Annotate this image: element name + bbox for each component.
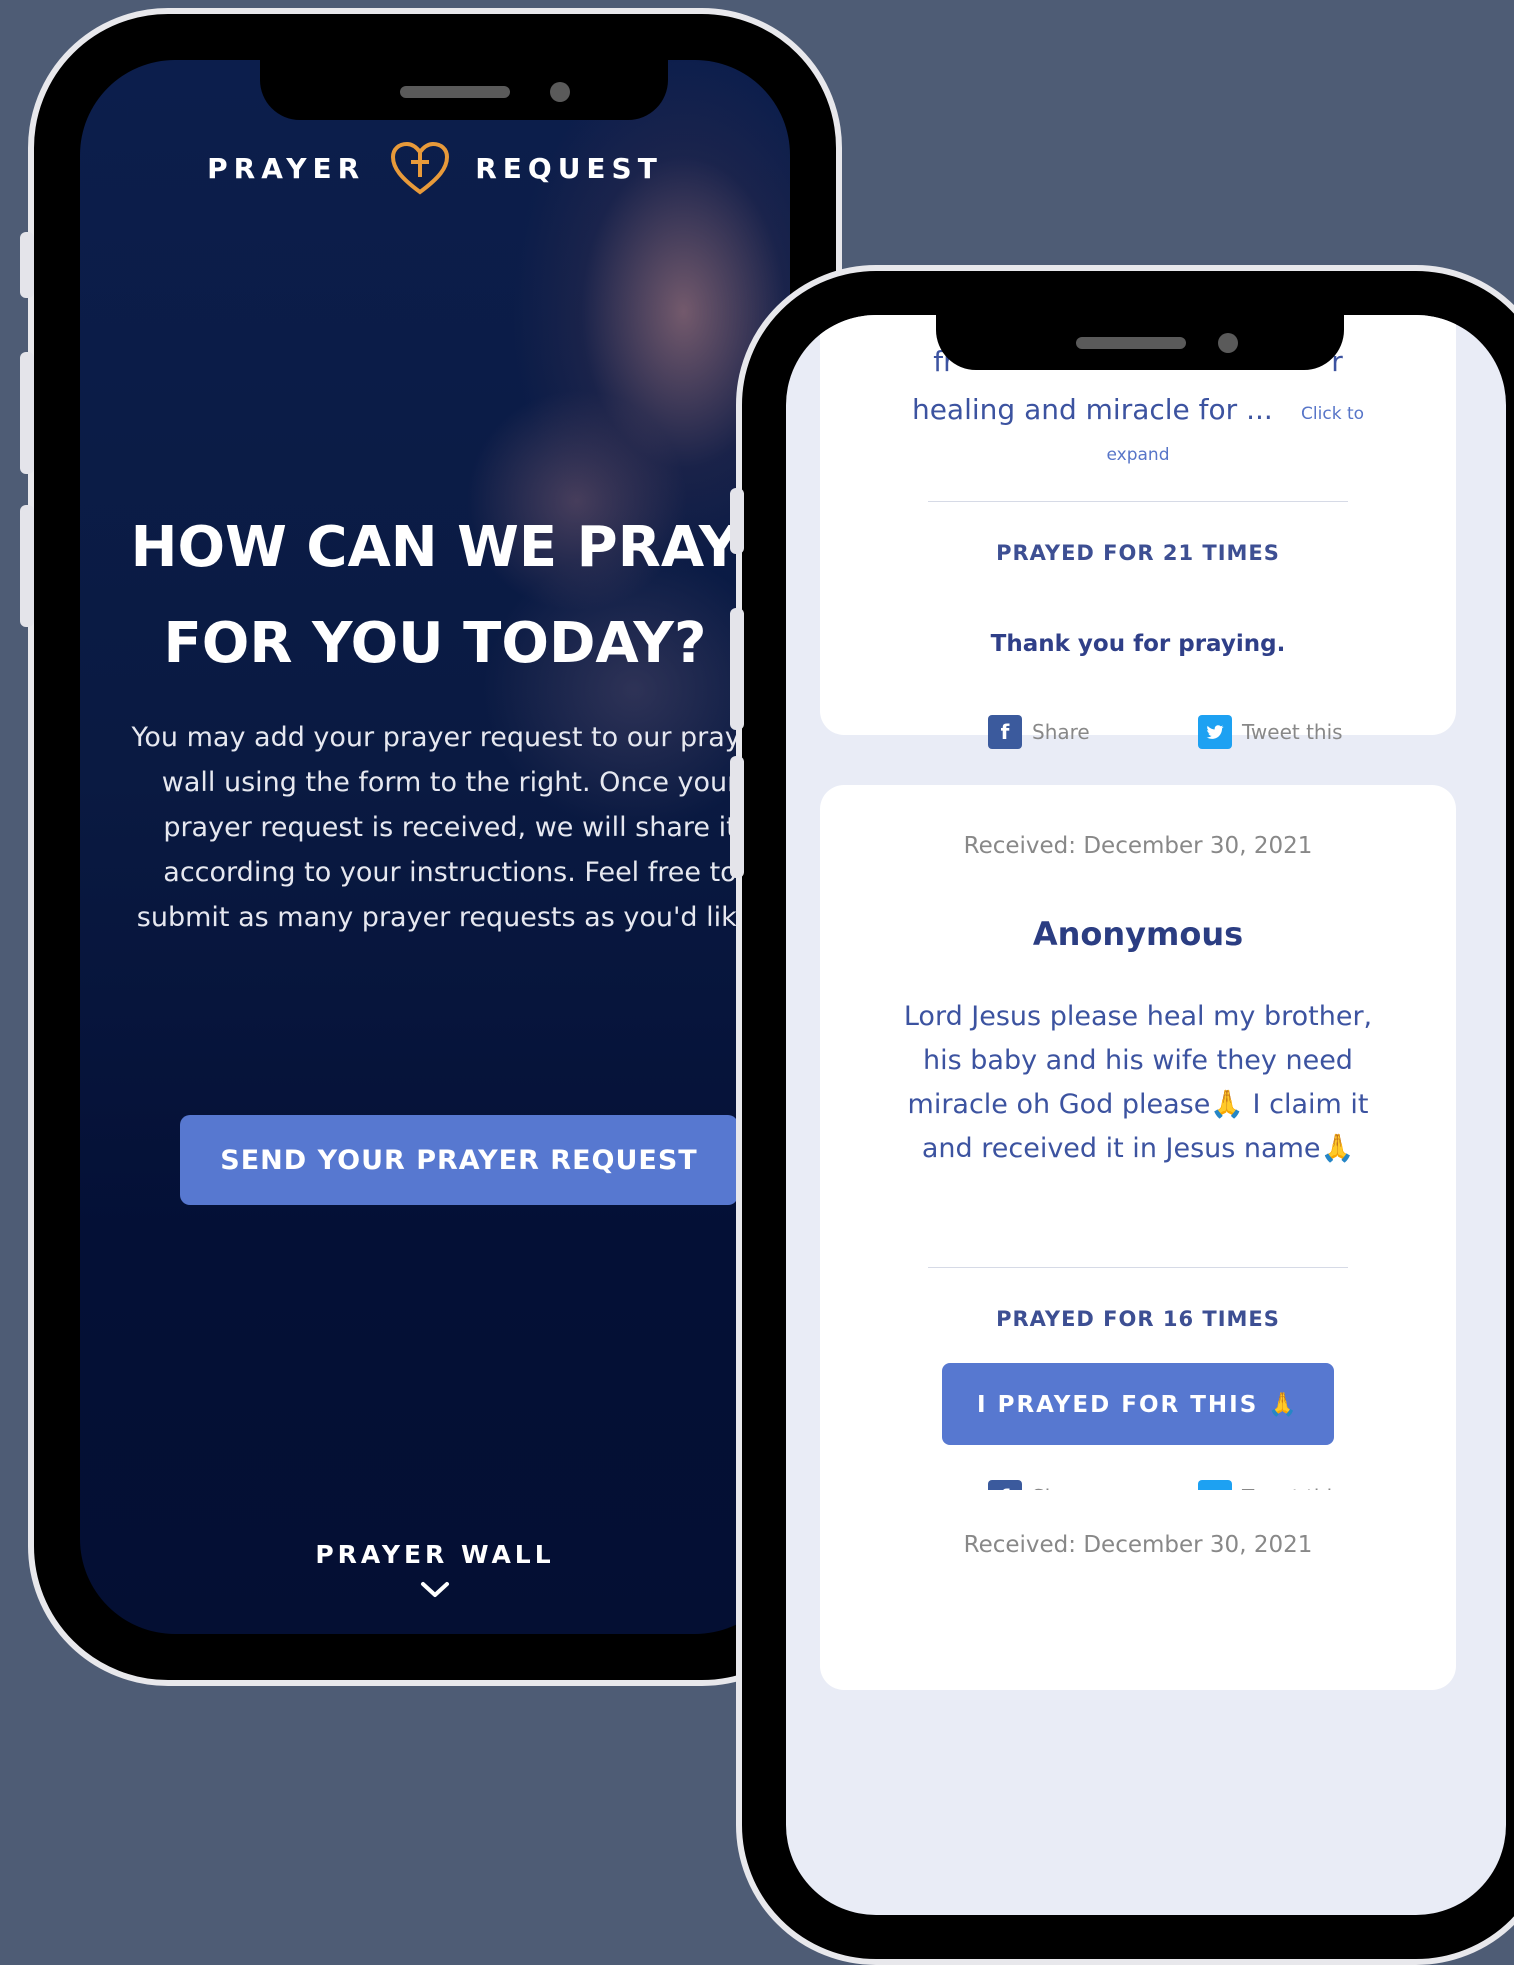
prayer-wall-link[interactable]: PRAYER WALL <box>80 1540 790 1569</box>
phone-notch <box>260 60 668 120</box>
i-prayed-for-this-button[interactable]: I PRAYED FOR THIS 🙏 <box>942 1363 1334 1445</box>
facebook-share-button[interactable]: f Share <box>988 715 1090 749</box>
phone-notch <box>936 315 1344 370</box>
phone-right: fr r healing and miracle for ... Click t… <box>736 265 1514 1965</box>
request-excerpt: healing and miracle for ... <box>911 393 1273 426</box>
prayer-card: Received: December 30, 2021 <box>820 1490 1456 1690</box>
expand-link[interactable]: expand <box>820 445 1456 465</box>
prayer-card: Received: December 30, 2021 Anonymous Lo… <box>820 785 1456 1580</box>
heart-cross-icon <box>391 141 450 195</box>
chevron-down-icon[interactable] <box>419 1580 451 1600</box>
phone-left: PRAYER REQUEST HOW CAN WE PRAY FOR YOU T… <box>28 8 842 1686</box>
brand-logo[interactable]: PRAYER REQUEST <box>80 140 790 196</box>
divider <box>928 1267 1348 1268</box>
brand-word-left: PRAYER <box>207 151 366 185</box>
prayed-count: PRAYED FOR 21 TIMES <box>996 541 1280 565</box>
prayer-request-text: Lord Jesus please heal my brother, his b… <box>903 1001 1373 1164</box>
speaker <box>1076 337 1186 349</box>
speaker <box>400 86 510 98</box>
click-to-expand-link[interactable]: Click to <box>1301 404 1364 424</box>
facebook-icon: f <box>988 715 1022 749</box>
hero-title-line1: HOW CAN WE PRAY <box>130 515 740 580</box>
brand-word-right: REQUEST <box>475 151 663 185</box>
divider <box>928 501 1348 502</box>
share-row: f Share Tweet this <box>820 715 1456 751</box>
volume-down-button <box>730 756 744 878</box>
thank-you-message: Thank you for praying. <box>990 631 1286 657</box>
left-screen: PRAYER REQUEST HOW CAN WE PRAY FOR YOU T… <box>80 60 790 1634</box>
right-screen: fr r healing and miracle for ... Click t… <box>786 315 1506 1915</box>
tweet-button[interactable]: Tweet this <box>1198 715 1343 749</box>
hero-title-line2: FOR YOU TODAY? <box>163 611 707 676</box>
tweet-label: Tweet this <box>1242 720 1343 744</box>
prayer-card: fr r healing and miracle for ... Click t… <box>820 315 1456 749</box>
volume-up-button <box>20 352 34 474</box>
mute-switch <box>730 488 744 554</box>
send-prayer-request-button[interactable]: SEND YOUR PRAYER REQUEST <box>180 1115 738 1205</box>
hero-title: HOW CAN WE PRAY FOR YOU TODAY? <box>80 500 790 692</box>
mute-switch <box>20 232 34 298</box>
share-label: Share <box>1032 720 1090 744</box>
volume-down-button <box>20 505 34 627</box>
requester-name: Anonymous <box>1032 915 1244 953</box>
received-date: Received: December 30, 2021 <box>963 1532 1313 1558</box>
camera <box>1218 333 1238 353</box>
received-date: Received: December 30, 2021 <box>963 833 1313 859</box>
twitter-icon <box>1198 715 1232 749</box>
prayed-count: PRAYED FOR 16 TIMES <box>996 1307 1280 1331</box>
camera <box>550 82 570 102</box>
hero-description: You may add your prayer request to our p… <box>131 722 769 933</box>
volume-up-button <box>730 608 744 730</box>
partial-request-text: healing and miracle for ... Click to <box>820 393 1456 426</box>
